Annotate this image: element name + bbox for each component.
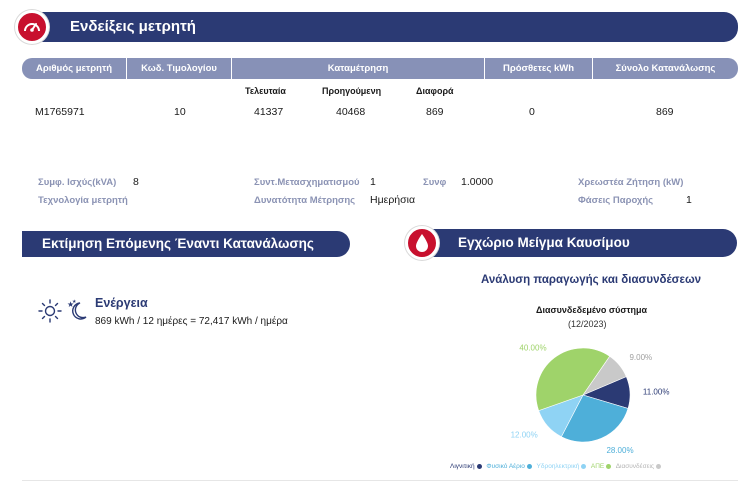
chart-title: Διασυνδεδεμένο σύστημα [536, 305, 648, 315]
cosphi-label: Συνφ [423, 177, 447, 188]
capability-value: Ημερήσια [370, 194, 416, 206]
capability-label: Δυνατότητα Μέτρησης [254, 195, 356, 206]
previous-reading-value: 40468 [336, 106, 366, 118]
ratio-label: Συντ.Μετασχηματισμού [254, 177, 360, 188]
ratio-value: 1 [370, 176, 376, 188]
pie-label-natural-gas: 28.00% [606, 446, 633, 455]
header-tariff-code: Κωδ. Τιμολογίου [127, 58, 232, 79]
header-total-consumption: Σύνολο Κατανάλωσης [615, 63, 716, 74]
subheader-previous: Προηγούμενη [322, 86, 382, 96]
subheader-difference: Διαφορά [416, 86, 454, 96]
sun-moon-icon: ★ ★ [38, 299, 87, 323]
header-metering: Καταμέτρηση [232, 58, 485, 79]
estimation-banner: Εκτίμηση Επόμενης Έναντι Κατανάλωσης [22, 231, 350, 257]
pie-label-lignite: 11.00% [643, 388, 670, 397]
total-consumption-value: 869 [656, 106, 674, 118]
legend-item-natural-gas: Φυσικό Αέριο [486, 463, 532, 470]
tariff-code-value: 10 [174, 106, 186, 118]
header-additional-kwh: Πρόσθετες kWh [485, 58, 593, 79]
speedometer-icon [15, 10, 49, 44]
fuel-mix-title: Εγχώριο Μείγμα Καυσίμου [458, 235, 630, 250]
drop-icon [405, 226, 439, 260]
fuel-mix-pie-chart: 11.00% 28.00% 12.00% 40.00% 9.00% [511, 343, 670, 455]
phases-label: Φάσεις Παροχής [578, 195, 654, 206]
meter-section-title: Ενδείξεις μετρητή [70, 18, 196, 35]
power-label: Συμφ. Ισχύς(kVA) [38, 177, 117, 188]
chart-legend: Λιγνιτική Φυσικό Αέριο Υδροηλεκτρική ΑΠΕ… [450, 463, 664, 470]
pie-label-res: 40.00% [519, 343, 546, 352]
phases-value: 1 [686, 194, 692, 206]
meter-number-value: M1765971 [35, 106, 85, 118]
difference-value: 869 [426, 106, 444, 118]
meter-table-header: Αριθμός μετρητή Κωδ. Τιμολογίου Καταμέτρ… [22, 58, 738, 79]
power-value: 8 [133, 176, 139, 188]
pie-label-interconnections: 9.00% [629, 353, 652, 362]
fuel-mix-banner: Εγχώριο Μείγμα Καυσίμου [420, 229, 737, 257]
energy-label: Ενέργεια [95, 296, 148, 310]
demand-label: Χρεωστέα Ζήτηση (kW) [578, 177, 684, 188]
legend-item-hydro: Υδροηλεκτρική [537, 463, 587, 470]
legend-item-res: ΑΠΕ [591, 463, 612, 470]
header-meter-number: Αριθμός μετρητή [22, 58, 127, 79]
fuel-mix-subtitle: Ανάλυση παραγωγής και διασυνδέσεων [481, 274, 702, 286]
svg-text:★: ★ [72, 299, 77, 305]
legend-item-interconnections: Διασυνδέσεις [616, 463, 662, 470]
bottom-divider [22, 480, 738, 481]
chart-date: (12/2023) [568, 319, 607, 329]
pie-label-hydro: 12.00% [511, 430, 538, 439]
additional-kwh-value: 0 [529, 106, 535, 118]
meter-section-banner: Ενδείξεις μετρητή [22, 12, 738, 42]
last-reading-value: 41337 [254, 106, 284, 118]
tech-label: Τεχνολογία μετρητή [38, 195, 128, 206]
subheader-last: Τελευταία [245, 86, 286, 96]
legend-item-lignite: Λιγνιτική [450, 463, 482, 470]
energy-estimate-text: 869 kWh / 12 ημέρες = 72,417 kWh / ημέρα [95, 316, 288, 327]
cosphi-value: 1.0000 [461, 176, 494, 188]
estimation-title: Εκτίμηση Επόμενης Έναντι Κατανάλωσης [42, 236, 314, 251]
